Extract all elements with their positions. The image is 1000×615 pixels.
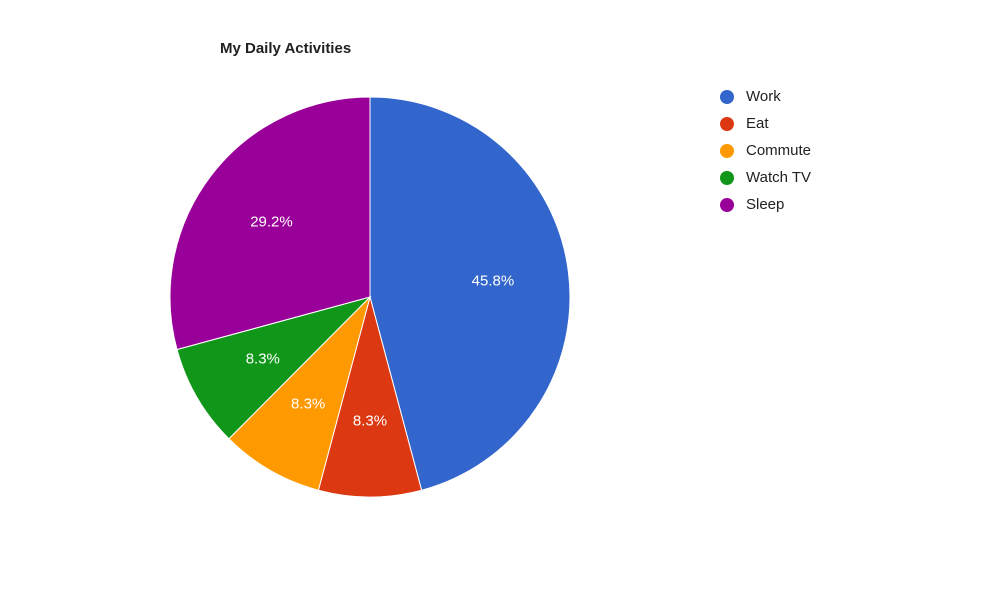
legend: Work Eat Commute Watch TV Sleep xyxy=(720,88,811,223)
slice-label: 8.3% xyxy=(246,351,280,368)
slice-label: 8.3% xyxy=(353,413,387,430)
chart-container: My Daily Activities 45.8% 8.3% 8.3% 8.3% 29.… xyxy=(150,40,650,517)
chart-title: My Daily Activities xyxy=(220,40,650,57)
legend-item[interactable]: Sleep xyxy=(720,196,811,213)
slice-label: 45.8% xyxy=(472,272,515,289)
legend-label: Commute xyxy=(746,142,811,159)
legend-swatch xyxy=(720,144,734,158)
legend-label: Eat xyxy=(746,115,769,132)
legend-item[interactable]: Work xyxy=(720,88,811,105)
pie-chart: 45.8% 8.3% 8.3% 8.3% 29.2% xyxy=(150,77,590,517)
slice-label: 29.2% xyxy=(250,213,293,230)
legend-swatch xyxy=(720,198,734,212)
legend-item[interactable]: Watch TV xyxy=(720,169,811,186)
pie-svg xyxy=(150,77,590,517)
legend-label: Work xyxy=(746,88,781,105)
legend-label: Sleep xyxy=(746,196,784,213)
legend-swatch xyxy=(720,90,734,104)
legend-item[interactable]: Commute xyxy=(720,142,811,159)
legend-swatch xyxy=(720,117,734,131)
legend-item[interactable]: Eat xyxy=(720,115,811,132)
slice-label: 8.3% xyxy=(291,396,325,413)
legend-swatch xyxy=(720,171,734,185)
legend-label: Watch TV xyxy=(746,169,811,186)
